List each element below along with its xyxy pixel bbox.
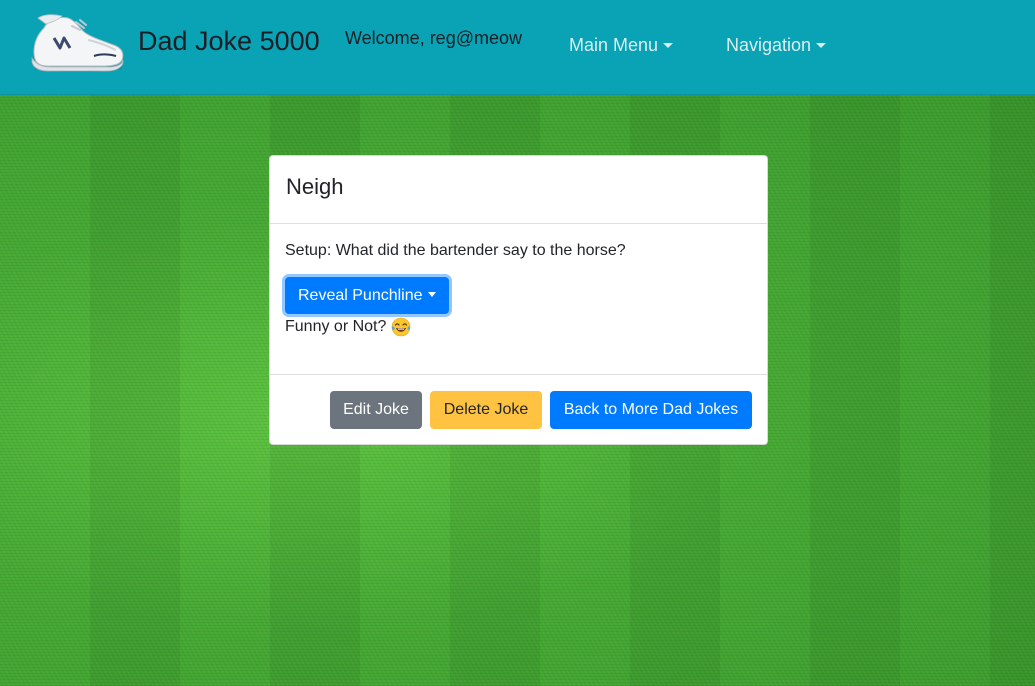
brand-title[interactable]: Dad Joke 5000 — [138, 26, 320, 57]
card-body: Setup: What did the bartender say to the… — [270, 224, 767, 375]
main-menu-label: Main Menu — [569, 35, 659, 55]
joke-title: Neigh — [286, 174, 344, 199]
welcome-text: Welcome, reg@meow — [345, 28, 522, 48]
navigation-dropdown[interactable]: Navigation — [726, 35, 827, 56]
tears-of-joy-emoji-icon[interactable] — [391, 317, 411, 337]
navigation-label: Navigation — [726, 35, 812, 55]
joke-setup: Setup: What did the bartender say to the… — [285, 242, 626, 259]
main-menu-dropdown[interactable]: Main Menu — [569, 35, 674, 56]
card-header: Neigh — [270, 156, 767, 224]
caret-down-icon — [816, 43, 827, 48]
funny-rating: Funny or Not? — [285, 317, 751, 337]
card-footer: Edit Joke Delete Joke Back to More Dad J… — [270, 375, 767, 445]
navbar: Dad Joke 5000 Welcome, reg@meow Main Men… — [0, 0, 1035, 95]
caret-down-icon — [427, 292, 436, 297]
edit-joke-button[interactable]: Edit Joke — [330, 391, 422, 429]
caret-down-icon — [663, 43, 674, 48]
reveal-punchline-button[interactable]: Reveal Punchline — [285, 277, 449, 314]
joke-card: Neigh Setup: What did the bartender say … — [269, 155, 768, 445]
back-to-jokes-button[interactable]: Back to More Dad Jokes — [550, 391, 752, 429]
funny-prompt: Funny or Not? — [285, 318, 387, 335]
sneaker-logo-icon[interactable] — [28, 12, 126, 74]
delete-joke-button[interactable]: Delete Joke — [430, 391, 542, 429]
reveal-punchline-label: Reveal Punchline — [298, 287, 423, 304]
